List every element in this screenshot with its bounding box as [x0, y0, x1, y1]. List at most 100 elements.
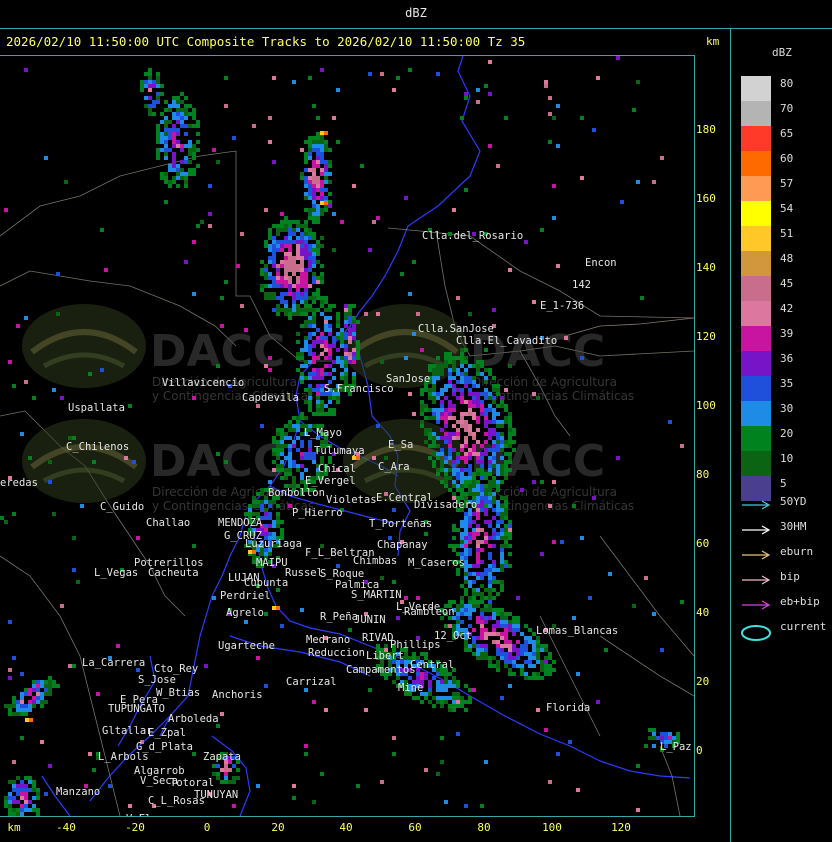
- legend-value: 51: [780, 227, 794, 240]
- legend-swatch: [741, 426, 771, 451]
- window-title: dBZ: [405, 6, 427, 20]
- place-label: Agrelo: [226, 607, 264, 619]
- track-label: 30HM: [780, 520, 807, 533]
- place-label: Cacheuta: [148, 567, 199, 579]
- x-tick-label: -40: [56, 821, 76, 834]
- track-legend-item: eb+bip: [738, 593, 832, 617]
- x-tick-label: 0: [203, 821, 211, 834]
- place-label: TUPUNGATO: [108, 703, 165, 715]
- place-label: Bonbollon: [268, 487, 325, 499]
- legend-value: 30: [780, 402, 794, 415]
- y-tick-label: 180: [696, 123, 716, 136]
- place-label: Gltallar: [102, 725, 153, 737]
- track-label: bip: [780, 570, 800, 583]
- place-label: Anchoris: [212, 689, 263, 701]
- place-label: Villavicencio: [162, 377, 244, 389]
- track-legend-item: 50YD: [738, 493, 832, 517]
- place-label: Lomas_Blancas: [536, 625, 618, 637]
- legend-value: 57: [780, 177, 794, 190]
- legend-value: 60: [780, 152, 794, 165]
- place-label: Divisadero: [414, 499, 477, 511]
- track-arrow-icon: [742, 500, 771, 510]
- radar-map[interactable]: DACC Dirección de Agricultura y Contingenc…: [0, 55, 695, 817]
- place-label: Rambleon: [404, 606, 455, 618]
- y-tick-label: 0: [696, 744, 703, 757]
- place-label: Zapata: [203, 751, 241, 763]
- place-label: Totoral: [170, 777, 214, 789]
- place-label: 142: [572, 279, 591, 291]
- track-label: 50YD: [780, 495, 807, 508]
- place-label: JUNIN: [354, 614, 386, 626]
- place-label: E_1-736: [540, 300, 584, 312]
- legend-swatch: [741, 351, 771, 376]
- track-arrow-icon: [742, 550, 771, 560]
- place-label: L_Paz: [660, 741, 692, 753]
- track-legend-item: 30HM: [738, 518, 832, 542]
- legend-swatch: [741, 376, 771, 401]
- y-tick-label: 60: [696, 537, 710, 550]
- place-label: Capdevila: [242, 392, 299, 404]
- legend-value: 35: [780, 377, 794, 390]
- place-label: Violetas: [326, 494, 377, 506]
- legend-swatch: [741, 151, 771, 176]
- place-label: C_L_Rosas: [148, 795, 205, 807]
- place-label: Reduccion: [308, 647, 365, 659]
- y-axis: 180 160 140 120 100 80 60 40 20 0: [694, 55, 730, 815]
- track-legend-item: eburn: [738, 543, 832, 567]
- composite-tracks-header: 2026/02/10 11:50:00 UTC Composite Tracks…: [6, 34, 526, 49]
- place-label: Chapanay: [377, 539, 428, 551]
- legend-value: 80: [780, 77, 794, 90]
- place-label: W_Btias: [156, 687, 200, 699]
- place-label: Challao: [146, 517, 190, 529]
- legend-value: 39: [780, 327, 794, 340]
- x-tick-label: 40: [339, 821, 353, 834]
- place-label: La_Carrera: [82, 657, 145, 669]
- place-label: Mine: [398, 682, 423, 694]
- legend-swatch: [741, 76, 771, 101]
- x-tick-label: 100: [542, 821, 562, 834]
- place-label: Uspallata: [68, 402, 125, 414]
- legend-value: 42: [780, 302, 794, 315]
- title-bar: dBZ: [0, 0, 832, 29]
- place-label: M_Caseros: [408, 557, 465, 569]
- place-label: T_Porteñas: [369, 518, 432, 530]
- place-label: L_Arbols: [98, 751, 149, 763]
- place-label: Manzano: [56, 786, 100, 798]
- y-tick-label: 40: [696, 606, 710, 619]
- place-label: C_Chilenos: [66, 441, 129, 453]
- y-tick-label: 120: [696, 330, 716, 343]
- legend-value: 10: [780, 452, 794, 465]
- legend-value: 70: [780, 102, 794, 115]
- y-tick-label: 100: [696, 399, 716, 412]
- place-label: RIVAD: [362, 632, 394, 644]
- place-label: Tulumaya: [314, 445, 365, 457]
- place-label: Chimbas: [353, 555, 397, 567]
- legend-value: 48: [780, 252, 794, 265]
- legend-value: 65: [780, 127, 794, 140]
- y-tick-label: 80: [696, 468, 710, 481]
- place-label: Ugarteche: [218, 640, 275, 652]
- y-axis-unit: km: [706, 35, 720, 48]
- radar-map-canvas[interactable]: DACCDirección de Agriculturay Contingenc…: [0, 56, 694, 816]
- track-label: eburn: [780, 545, 814, 558]
- place-label: Perdriel: [220, 590, 271, 602]
- place-label: Arboleda: [168, 713, 219, 725]
- place-label: Russel: [285, 567, 323, 579]
- place-label: S.Francisco: [324, 383, 394, 395]
- place-label: Clla.SanJose: [418, 323, 494, 335]
- place-label: P_Hierro: [292, 507, 343, 519]
- x-tick-label: 20: [271, 821, 285, 834]
- place-label: Medrano: [306, 634, 350, 646]
- track-label: eb+bip: [780, 595, 820, 608]
- legend-swatch: [741, 401, 771, 426]
- legend-swatch: [741, 451, 771, 476]
- legend-swatch: [741, 101, 771, 126]
- panel-divider: [730, 28, 731, 842]
- place-label: E_Sa: [388, 439, 413, 451]
- track-arrow-icon: [742, 525, 771, 535]
- y-tick-label: 20: [696, 675, 710, 688]
- place-label: MENDOZA: [218, 517, 263, 529]
- x-axis: km -40 -20 0 20 40 60 80 100 120: [0, 815, 730, 842]
- track-arrow-icon: [742, 600, 771, 610]
- place-label: C_Ara: [378, 461, 410, 473]
